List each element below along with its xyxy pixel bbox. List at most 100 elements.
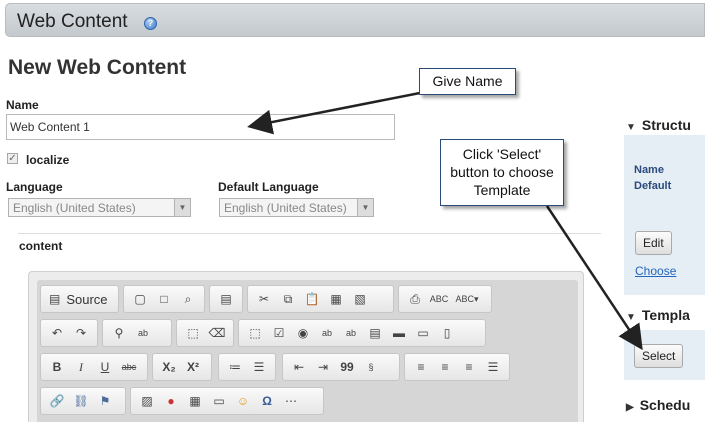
page-break-icon[interactable]: ⋯ <box>279 390 303 412</box>
source-icon: ▤ <box>49 292 61 306</box>
numbered-list-icon[interactable]: ≔ <box>223 356 247 378</box>
underline-icon[interactable]: U <box>93 356 117 378</box>
align-center-icon[interactable]: ≡ <box>433 356 457 378</box>
toolbar-group-find: ⚲ ab <box>102 319 172 347</box>
replace-icon[interactable]: ab <box>131 322 155 344</box>
undo-icon[interactable]: ↶ <box>45 322 69 344</box>
content-label: content <box>19 239 63 253</box>
templates-icon[interactable]: ▤ <box>214 288 238 310</box>
toolbar-group-basicstyles: B I U abc <box>40 353 148 381</box>
collapse-icon: ▼ <box>626 122 636 133</box>
form-icon[interactable]: ⬚ <box>243 322 267 344</box>
outdent-icon[interactable]: ⇤ <box>287 356 311 378</box>
select-icon[interactable]: ▤ <box>363 322 387 344</box>
horizontal-rule-icon[interactable]: ▭ <box>207 390 231 412</box>
textarea-icon[interactable]: ab <box>339 322 363 344</box>
toolbar-group-templates: ▤ <box>209 285 243 313</box>
paste-word-icon[interactable]: ▧ <box>348 288 372 310</box>
table-icon[interactable]: ▦ <box>183 390 207 412</box>
toolbar-group-undo: ↶ ↷ <box>40 319 98 347</box>
smiley-icon[interactable]: ☺ <box>231 390 255 412</box>
chevron-down-icon: ▼ <box>357 199 373 216</box>
toolbar-group-lists: ≔ ☰ <box>218 353 276 381</box>
preview-icon[interactable]: ⌕ <box>176 288 200 310</box>
indent-icon[interactable]: ⇥ <box>311 356 335 378</box>
divider <box>18 233 601 234</box>
align-right-icon[interactable]: ≡ <box>457 356 481 378</box>
toolbar-group-clipboard: ✂ ⧉ 📋 ▦ ▧ <box>247 285 394 313</box>
help-icon[interactable]: ? <box>144 17 157 30</box>
source-label: Source <box>66 291 108 307</box>
edit-button[interactable]: Edit <box>635 231 672 255</box>
toolbar-group-align: ≡ ≡ ≡ ☰ <box>404 353 510 381</box>
portlet-header: Web Content ? <box>5 3 705 37</box>
structure-default-label: Default <box>634 180 672 192</box>
callout-line-3: Template <box>473 182 531 198</box>
name-label: Name <box>6 98 39 112</box>
find-icon[interactable]: ⚲ <box>107 322 131 344</box>
blockquote-icon[interactable]: 99 <box>335 356 359 378</box>
textfield-icon[interactable]: ab <box>315 322 339 344</box>
cut-icon[interactable]: ✂ <box>252 288 276 310</box>
strike-icon[interactable]: abc <box>117 356 141 378</box>
special-char-icon[interactable]: Ω <box>255 390 279 412</box>
remove-format-icon[interactable]: ⌫ <box>205 322 229 344</box>
structure-name-label: Name <box>634 164 664 176</box>
superscript-icon[interactable]: X² <box>181 356 205 378</box>
align-left-icon[interactable]: ≡ <box>409 356 433 378</box>
copy-icon[interactable]: ⧉ <box>276 288 300 310</box>
anchor-icon[interactable]: ⚑ <box>93 390 117 412</box>
localize-checkbox[interactable]: ✓ <box>7 153 18 164</box>
spellcheck-icon[interactable]: ABC <box>427 288 451 310</box>
structure-panel: Name Default Edit Choose <box>624 135 705 295</box>
italic-icon[interactable]: I <box>69 356 93 378</box>
name-input[interactable] <box>6 114 395 140</box>
justify-icon[interactable]: ☰ <box>481 356 505 378</box>
paste-text-icon[interactable]: ▦ <box>324 288 348 310</box>
bold-icon[interactable]: B <box>45 356 69 378</box>
choose-link[interactable]: Choose <box>635 264 676 278</box>
callout-line-1: Click 'Select' <box>462 146 542 162</box>
subscript-icon[interactable]: X₂ <box>157 356 181 378</box>
toolbar-group-select: ⬚ ⌫ <box>176 319 234 347</box>
scayt-icon[interactable]: ABC▾ <box>451 288 483 310</box>
bulleted-list-icon[interactable]: ☰ <box>247 356 271 378</box>
toolbar-group-indent: ⇤ ⇥ 99 § <box>282 353 400 381</box>
callout-line-2: button to choose <box>450 164 554 180</box>
radio-icon[interactable]: ◉ <box>291 322 315 344</box>
default-language-select[interactable]: English (United States) ▼ <box>219 198 374 217</box>
language-select-value: English (United States) <box>13 201 136 215</box>
template-header-label: Templa <box>641 307 690 323</box>
checkbox-icon[interactable]: ☑ <box>267 322 291 344</box>
structure-header-label: Structu <box>641 117 691 133</box>
redo-icon[interactable]: ↷ <box>69 322 93 344</box>
toolbar-group-insert: ▨ ● ▦ ▭ ☺ Ω ⋯ <box>130 387 324 415</box>
select-template-callout: Click 'Select' button to choose Template <box>440 139 564 206</box>
toolbar-group-links: 🔗 ⛓ ⚑ <box>40 387 126 415</box>
link-icon[interactable]: 🔗 <box>45 390 69 412</box>
image-icon[interactable]: ▨ <box>135 390 159 412</box>
hidden-field-icon[interactable]: ▯ <box>435 322 459 344</box>
unlink-icon[interactable]: ⛓ <box>69 390 93 412</box>
localize-label: localize <box>26 153 70 167</box>
button-icon[interactable]: ▬ <box>387 322 411 344</box>
new-page-icon[interactable]: □ <box>152 288 176 310</box>
toolbar-group-source: ▤ Source <box>40 285 119 313</box>
save-icon[interactable]: ▢ <box>128 288 152 310</box>
toolbar-group-print: ⎙ ABC ABC▾ <box>398 285 492 313</box>
source-button[interactable]: ▤ Source <box>45 288 112 310</box>
structure-section-header[interactable]: ▼ Structu <box>626 117 691 133</box>
flash-icon[interactable]: ● <box>159 390 183 412</box>
select-all-icon[interactable]: ⬚ <box>181 322 205 344</box>
template-section-header[interactable]: ▼ Templa <box>626 307 690 323</box>
print-icon[interactable]: ⎙ <box>403 288 427 310</box>
image-button-icon[interactable]: ▭ <box>411 322 435 344</box>
select-template-button[interactable]: Select <box>634 344 684 368</box>
toolbar-group-forms: ⬚ ☑ ◉ ab ab ▤ ▬ ▭ ▯ <box>238 319 486 347</box>
div-icon[interactable]: § <box>359 356 383 378</box>
toolbar-group-document: ▢ □ ⌕ <box>123 285 205 313</box>
paste-icon[interactable]: 📋 <box>300 288 324 310</box>
page-title: New Web Content <box>8 56 187 79</box>
schedule-section-header[interactable]: ▶ Schedu <box>626 397 690 413</box>
language-select[interactable]: English (United States) ▼ <box>8 198 191 217</box>
